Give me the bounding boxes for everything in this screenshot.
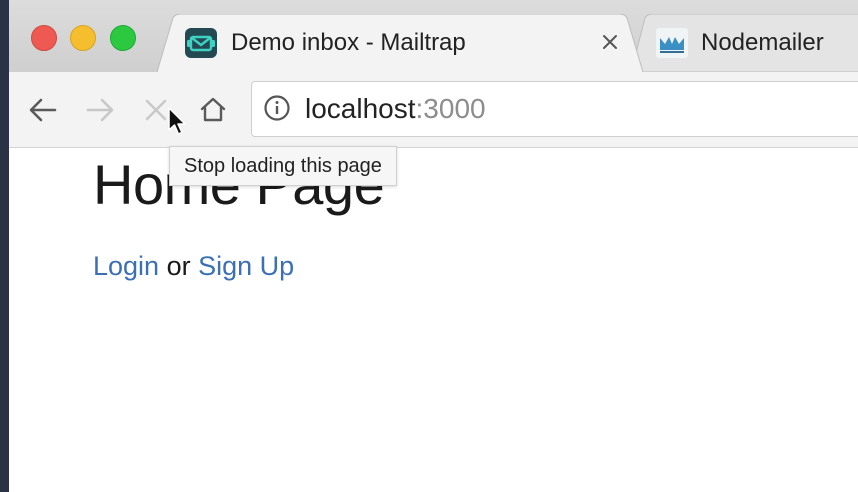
- address-bar[interactable]: localhost:3000: [251, 81, 858, 137]
- stop-tooltip: Stop loading this page: [169, 146, 397, 186]
- close-window-button[interactable]: [31, 25, 57, 51]
- url-port: :3000: [415, 93, 486, 124]
- browser-toolbar: localhost:3000: [9, 72, 858, 148]
- info-icon[interactable]: [262, 93, 292, 123]
- auth-links: Login or Sign Up: [93, 251, 294, 282]
- close-tab-icon[interactable]: [595, 27, 625, 57]
- page-content: Home Page Login or Sign Up: [9, 148, 858, 492]
- tab-nodemailer[interactable]: Nodemailer: [631, 14, 858, 72]
- mailtrap-logo-icon: [185, 28, 217, 58]
- tab-title: Nodemailer: [701, 29, 824, 56]
- back-arrow-icon[interactable]: [25, 92, 61, 128]
- browser-window: Nodemailer Demo inbox - Mailtrap localho…: [9, 0, 858, 492]
- nodemailer-logo-icon: [656, 28, 688, 58]
- desktop-edge: [0, 0, 9, 492]
- connector-text: or: [166, 251, 191, 281]
- forward-arrow-icon[interactable]: [82, 92, 118, 128]
- tab-title: Demo inbox - Mailtrap: [231, 29, 466, 56]
- home-icon[interactable]: [195, 92, 231, 128]
- signup-link[interactable]: Sign Up: [198, 251, 294, 281]
- mouse-cursor-icon: [167, 106, 189, 138]
- url-text: localhost:3000: [305, 93, 486, 125]
- zoom-window-button[interactable]: [110, 25, 136, 51]
- minimize-window-button[interactable]: [70, 25, 96, 51]
- tab-strip: Nodemailer Demo inbox - Mailtrap: [9, 0, 858, 72]
- login-link[interactable]: Login: [93, 251, 159, 281]
- tab-mailtrap[interactable]: Demo inbox - Mailtrap: [157, 14, 643, 72]
- url-host: localhost: [305, 93, 416, 124]
